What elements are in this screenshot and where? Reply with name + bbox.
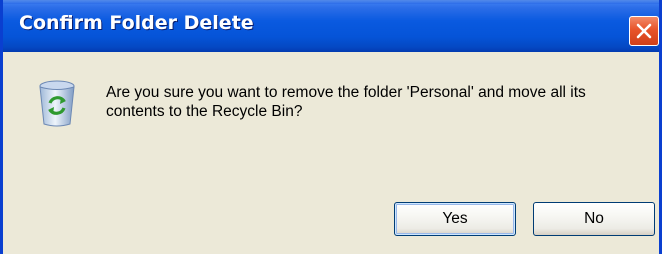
no-button[interactable]: No xyxy=(533,202,655,236)
close-icon xyxy=(636,23,652,39)
recycle-bin-icon xyxy=(39,80,75,127)
yes-button[interactable]: Yes xyxy=(394,202,516,236)
title-bar-highlight xyxy=(3,0,659,4)
title-bar[interactable]: Confirm Folder Delete xyxy=(3,0,659,52)
dialog-body: Are you sure you want to remove the fold… xyxy=(3,52,659,254)
confirmation-message: Are you sure you want to remove the fold… xyxy=(106,84,586,120)
close-button[interactable] xyxy=(629,16,659,46)
dialog-title: Confirm Folder Delete xyxy=(19,12,254,34)
confirm-folder-delete-dialog: Confirm Folder Delete Are you sure you w… xyxy=(0,0,662,254)
